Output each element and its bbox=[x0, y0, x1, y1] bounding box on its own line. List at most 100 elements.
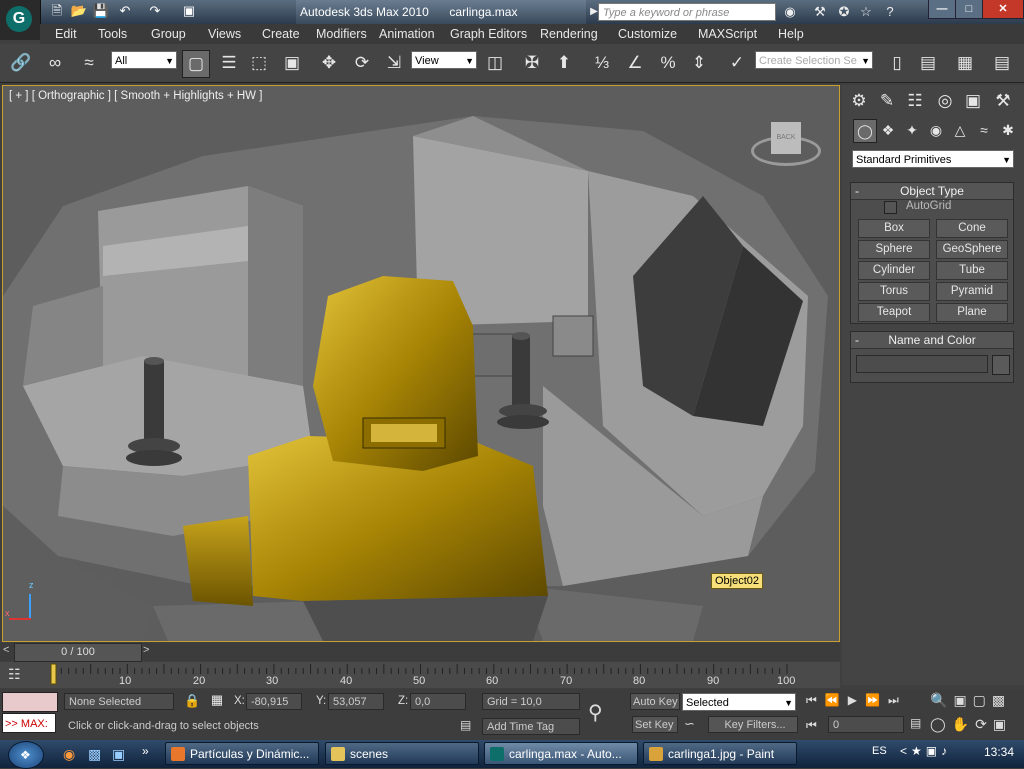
menu-animation[interactable]: Animation bbox=[379, 24, 435, 44]
cameras-icon[interactable]: ◉ bbox=[925, 119, 947, 141]
menu-create[interactable]: Create bbox=[262, 24, 300, 44]
bind-space-warp-icon[interactable]: ≈ bbox=[76, 50, 102, 76]
field-of-view-icon[interactable]: ◯ bbox=[930, 716, 952, 732]
volume-icon[interactable]: ♪ bbox=[941, 744, 951, 758]
help-search-input[interactable]: Type a keyword or phrase bbox=[598, 3, 776, 21]
y-coordinate-field[interactable]: 53,057 bbox=[328, 693, 384, 710]
percent-snap-icon[interactable]: % bbox=[655, 50, 681, 76]
select-manipulate-icon[interactable]: ✠ bbox=[519, 50, 545, 76]
binoculars-icon[interactable]: ◉ bbox=[780, 3, 800, 21]
tray-expand-icon[interactable]: < bbox=[900, 744, 911, 758]
save-file-icon[interactable]: 💾 bbox=[92, 3, 110, 19]
link-icon[interactable]: 🔗 bbox=[8, 50, 34, 76]
sphere-button[interactable]: Sphere bbox=[858, 240, 930, 259]
scale-icon[interactable]: ⇲ bbox=[381, 50, 407, 76]
space-warps-icon[interactable]: ≈ bbox=[973, 119, 995, 141]
explorer-quicklaunch-icon[interactable]: ▩ bbox=[88, 746, 101, 763]
bluetooth-icon[interactable]: ★ bbox=[911, 744, 926, 758]
align-icon[interactable]: ▤ bbox=[915, 50, 941, 76]
layer-manager-icon[interactable]: ▦ bbox=[952, 50, 978, 76]
key-tangent-icon[interactable]: ∽ bbox=[684, 716, 695, 732]
create-tab-icon[interactable]: ⚙ bbox=[846, 88, 872, 114]
x-coordinate-field[interactable]: -80,915 bbox=[246, 693, 302, 710]
select-object-icon[interactable]: ▢ bbox=[182, 50, 210, 78]
viewport-label[interactable]: [ + ] [ Orthographic ] [ Smooth + Highli… bbox=[9, 90, 262, 102]
viewcube[interactable]: BACK bbox=[751, 116, 821, 176]
menu-views[interactable]: Views bbox=[208, 24, 241, 44]
edit-named-selection-icon[interactable]: ✓ bbox=[724, 50, 750, 76]
favorites-star-icon[interactable]: ☆ bbox=[856, 3, 876, 21]
mirror-icon[interactable]: ▯ bbox=[884, 50, 910, 76]
add-time-tag-field[interactable]: Add Time Tag bbox=[482, 718, 580, 735]
keyboard-shortcut-override-icon[interactable]: ⬆ bbox=[551, 50, 577, 76]
network-icon[interactable]: ▣ bbox=[926, 744, 941, 758]
pyramid-button[interactable]: Pyramid bbox=[936, 282, 1008, 301]
communication-center-icon[interactable]: ⚒ bbox=[810, 3, 830, 21]
zoom-icon[interactable]: 🔍 bbox=[930, 692, 953, 708]
mini-curve-editor-icon[interactable]: ☷ bbox=[8, 666, 21, 683]
key-mode-toggle-icon[interactable]: ⏮ bbox=[806, 718, 817, 733]
time-slider-thumb[interactable]: 0 / 100 bbox=[14, 643, 142, 662]
auto-key-button[interactable]: Auto Key bbox=[630, 693, 680, 710]
absolute-mode-icon[interactable]: ▦ bbox=[208, 692, 226, 709]
current-frame-field[interactable]: 0 bbox=[828, 716, 904, 733]
pan-icon[interactable]: ✋ bbox=[952, 716, 975, 732]
object-color-swatch[interactable] bbox=[992, 355, 1010, 375]
zoom-extents-all-icon[interactable]: ▩ bbox=[992, 692, 1011, 708]
maximize-viewport-icon[interactable]: ▣ bbox=[993, 716, 1012, 732]
menu-customize[interactable]: Customize bbox=[618, 24, 677, 44]
move-icon[interactable]: ✥ bbox=[316, 50, 342, 76]
maxscript-listener-mini[interactable] bbox=[2, 692, 58, 712]
show-desktop-icon[interactable]: ▣ bbox=[112, 746, 125, 763]
menu-maxscript[interactable]: MAXScript bbox=[698, 24, 757, 44]
new-file-icon[interactable]: 🗎 bbox=[48, 3, 66, 19]
rectangular-selection-icon[interactable]: ⬚ bbox=[246, 50, 272, 76]
task-paint[interactable]: carlinga1.jpg - Paint bbox=[643, 742, 797, 765]
menu-help[interactable]: Help bbox=[778, 24, 804, 44]
language-indicator[interactable]: ES bbox=[872, 745, 887, 757]
box-button[interactable]: Box bbox=[858, 219, 930, 238]
object-name-field[interactable] bbox=[856, 355, 988, 373]
name-and-color-header[interactable]: - Name and Color bbox=[851, 332, 1013, 349]
menu-tools[interactable]: Tools bbox=[98, 24, 127, 44]
open-file-icon[interactable]: 📂 bbox=[70, 3, 88, 19]
autogrid-checkbox[interactable] bbox=[884, 201, 897, 214]
modify-tab-icon[interactable]: ✎ bbox=[874, 88, 900, 114]
project-folder-icon[interactable]: ▣ bbox=[180, 3, 198, 19]
viewcube-face[interactable]: BACK bbox=[771, 122, 801, 154]
utilities-tab-icon[interactable]: ⚒ bbox=[990, 88, 1016, 114]
hierarchy-tab-icon[interactable]: ☷ bbox=[902, 88, 928, 114]
geometry-icon[interactable]: ◯ bbox=[853, 119, 877, 143]
start-button[interactable]: ❖ bbox=[8, 741, 44, 769]
unlink-icon[interactable]: ∞ bbox=[42, 50, 68, 76]
menu-group[interactable]: Group bbox=[151, 24, 186, 44]
zoom-all-icon[interactable]: ▣ bbox=[953, 692, 972, 708]
display-tab-icon[interactable]: ▣ bbox=[960, 88, 986, 114]
system-clock[interactable]: 13:34 bbox=[984, 745, 1014, 759]
maxscript-mini-listener[interactable]: >> MAX: bbox=[2, 713, 56, 733]
reference-coordinate-dropdown[interactable]: View ▼ bbox=[411, 51, 477, 69]
rotate-icon[interactable]: ⟳ bbox=[349, 50, 375, 76]
set-key-icon[interactable]: ⚲ bbox=[588, 700, 603, 725]
menu-modifiers[interactable]: Modifiers bbox=[316, 24, 367, 44]
lights-icon[interactable]: ✦ bbox=[901, 119, 923, 141]
graphite-modeling-icon[interactable]: ▤ bbox=[989, 50, 1015, 76]
minimize-button[interactable]: — bbox=[928, 0, 956, 19]
plane-button[interactable]: Plane bbox=[936, 303, 1008, 322]
select-by-name-icon[interactable]: ☰ bbox=[216, 50, 242, 76]
redo-icon[interactable]: ↷ bbox=[146, 3, 164, 19]
cylinder-button[interactable]: Cylinder bbox=[858, 261, 930, 280]
selection-filter-dropdown[interactable]: All ▼ bbox=[111, 51, 177, 69]
cone-button[interactable]: Cone bbox=[936, 219, 1008, 238]
help-icon[interactable]: ? bbox=[880, 3, 900, 21]
play-icon[interactable]: ▶ bbox=[848, 693, 865, 707]
task-scenes-folder[interactable]: scenes bbox=[325, 742, 479, 765]
quicklaunch-overflow-icon[interactable]: » bbox=[142, 744, 149, 758]
satellite-icon[interactable]: ✪ bbox=[834, 3, 854, 21]
window-crossing-icon[interactable]: ▣ bbox=[279, 50, 305, 76]
z-coordinate-field[interactable]: 0,0 bbox=[410, 693, 466, 710]
close-button[interactable]: ✕ bbox=[982, 0, 1024, 19]
torus-button[interactable]: Torus bbox=[858, 282, 930, 301]
app-menu-button[interactable]: G bbox=[0, 0, 41, 40]
menu-graph-editors[interactable]: Graph Editors bbox=[450, 24, 527, 44]
